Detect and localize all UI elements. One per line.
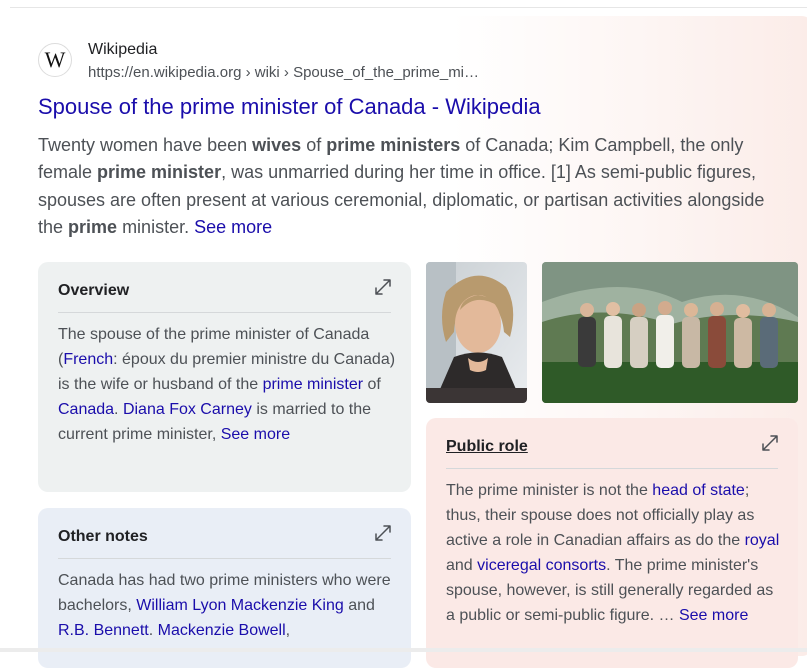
public-role-heading[interactable]: Public role (446, 438, 528, 456)
top-divider (10, 7, 807, 8)
panel-divider (58, 312, 391, 313)
overview-panel: Overview The spouse of the prime ministe… (38, 262, 411, 492)
group-photo-graphic (542, 262, 798, 403)
see-more-link[interactable]: See more (194, 217, 272, 237)
snippet-text: Twenty women have been (38, 135, 253, 155)
expand-icon[interactable] (760, 433, 780, 453)
other-notes-text: Canada has had two prime ministers who w… (58, 568, 398, 643)
link-mackenzie-bowell[interactable]: Mackenzie Bowell (158, 622, 286, 639)
site-name[interactable]: Wikipedia (88, 41, 157, 59)
other-notes-text-part: and (343, 597, 375, 614)
public-role-panel: Public role The prime minister is not th… (426, 418, 798, 668)
overview-text-part: . (114, 401, 123, 418)
snippet-text: of (301, 135, 327, 155)
result-title-link[interactable]: Spouse of the prime minister of Canada -… (38, 94, 541, 120)
snippet-text: minister. (117, 216, 195, 237)
link-william-lyon-mackenzie-king[interactable]: William Lyon Mackenzie King (136, 597, 343, 614)
panel-divider (58, 558, 391, 559)
other-notes-text-part: , (285, 622, 291, 639)
expand-icon[interactable] (373, 277, 393, 297)
other-notes-heading[interactable]: Other notes (58, 528, 148, 546)
overview-text: The spouse of the prime minister of Cana… (58, 322, 398, 447)
snippet-bold: wives (252, 135, 302, 155)
link-french[interactable]: French (63, 351, 113, 368)
portrait-graphic (426, 262, 527, 403)
link-viceregal-consorts[interactable]: viceregal consorts (477, 557, 606, 574)
snippet-bold: prime ministers (326, 135, 461, 155)
overview-heading[interactable]: Overview (58, 282, 129, 300)
public-role-see-more-link[interactable]: See more (679, 607, 748, 624)
other-notes-text-part: . (148, 622, 158, 639)
portrait-image[interactable] (426, 262, 527, 403)
link-diana-fox-carney[interactable]: Diana Fox Carney (123, 401, 252, 418)
link-rb-bennett[interactable]: R.B. Bennett (58, 622, 149, 639)
overview-see-more-link[interactable]: See more (221, 426, 290, 443)
snippet-bold: prime minister (97, 162, 222, 183)
public-role-text-part: The prime minister is not the (446, 482, 653, 499)
snippet-bold: prime (68, 216, 118, 237)
wikipedia-logo-icon[interactable]: W (38, 43, 72, 77)
link-head-of-state[interactable]: head of state (652, 482, 745, 499)
overview-text-part: of (363, 376, 381, 393)
group-photo-image[interactable] (542, 262, 798, 403)
link-royal[interactable]: royal (745, 532, 780, 549)
other-notes-panel: Other notes Canada has had two prime min… (38, 508, 411, 668)
link-canada[interactable]: Canada (58, 401, 114, 418)
public-role-text: The prime minister is not the head of st… (446, 478, 781, 628)
public-role-text-part: and (446, 557, 478, 574)
link-prime-minister[interactable]: prime minister (263, 376, 363, 393)
panel-divider (446, 468, 778, 469)
bottom-scroll-edge (0, 648, 807, 652)
expand-icon[interactable] (373, 523, 393, 543)
site-url-breadcrumb[interactable]: https://en.wikipedia.org › wiki › Spouse… (88, 64, 479, 81)
result-snippet: Twenty women have been wives of prime mi… (38, 132, 778, 241)
